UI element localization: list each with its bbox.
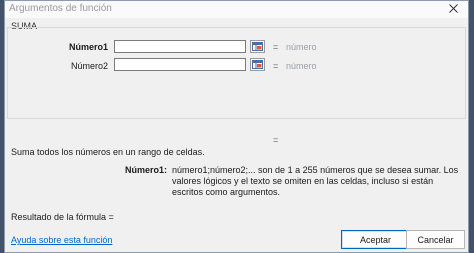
formula-result-label: Resultado de la fórmula = <box>11 212 114 222</box>
cancel-button[interactable]: Cancelar <box>406 230 465 249</box>
close-icon <box>448 4 458 13</box>
range-select-icon <box>252 60 263 69</box>
argument-1-result: número <box>286 42 317 52</box>
argument-2-equals: = <box>273 61 279 71</box>
argument-1-equals: = <box>273 42 279 52</box>
function-result-equals: = <box>273 135 279 145</box>
title-bar: Argumentos de función <box>5 1 468 18</box>
argument-2-label: Número2 <box>70 61 108 71</box>
argument-1-collapse-button[interactable] <box>250 40 265 53</box>
argument-1-label: Número1 <box>68 42 108 52</box>
function-arguments-dialog: Argumentos de función SUMA Número1 = núm… <box>4 0 469 253</box>
background-window-right <box>469 0 474 253</box>
ok-button[interactable]: Aceptar <box>341 230 410 249</box>
function-description: Suma todos los números en un rango de ce… <box>11 147 205 157</box>
argument-1-input[interactable] <box>114 40 246 53</box>
argument-help-label: Número1: <box>125 165 168 175</box>
dialog-title: Argumentos de función <box>9 3 112 14</box>
close-button[interactable] <box>446 1 460 16</box>
help-link[interactable]: Ayuda sobre esta función <box>11 235 112 245</box>
argument-2-collapse-button[interactable] <box>250 58 265 71</box>
argument-help-text: número1;número2;... son de 1 a 255 númer… <box>172 165 459 197</box>
argument-2-input[interactable] <box>114 58 246 71</box>
argument-2-result: número <box>286 61 317 71</box>
range-select-icon <box>252 42 263 51</box>
